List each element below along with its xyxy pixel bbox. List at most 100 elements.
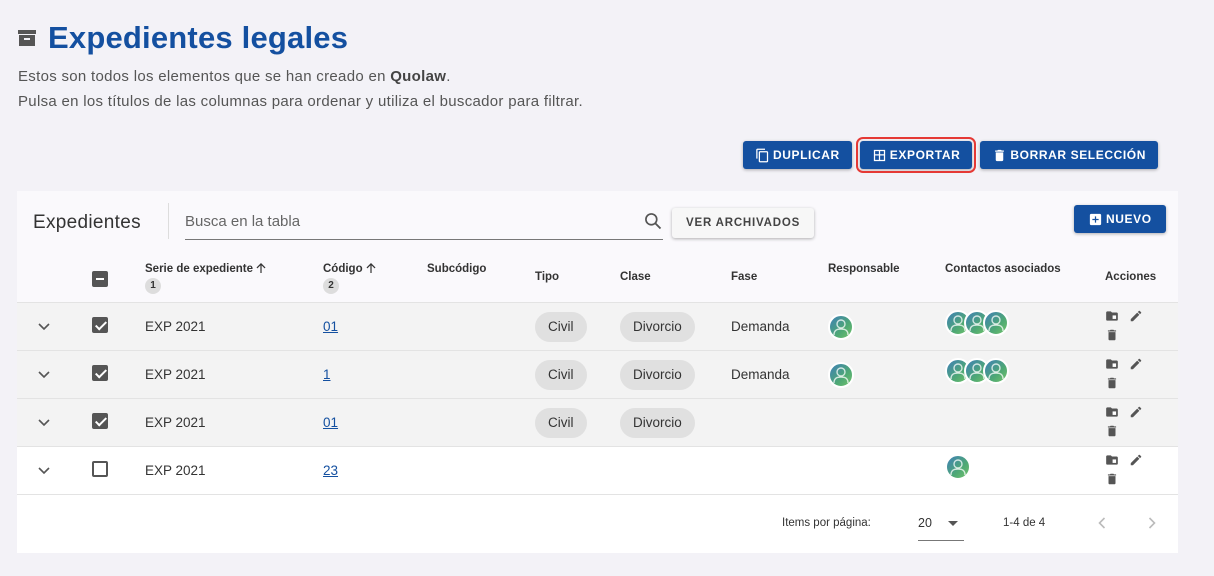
cell-contactos xyxy=(945,398,1105,447)
folder-icon[interactable] xyxy=(1105,357,1119,371)
row-checkbox[interactable] xyxy=(92,365,108,381)
responsable-avatar[interactable] xyxy=(828,361,854,388)
trash-icon[interactable] xyxy=(1105,328,1119,342)
col-serie[interactable]: Serie de expediente 1 xyxy=(145,253,323,303)
page-range: 1-4 de 4 xyxy=(1003,517,1046,529)
table-header-row: Serie de expediente 1 Código 2 Subcódigo T… xyxy=(17,253,1178,303)
table-row: EXP 2021 01 Civil Divorcio Demanda xyxy=(17,302,1178,351)
cell-contactos xyxy=(945,446,1105,495)
page-title: Expedientes legales xyxy=(48,20,349,55)
folder-icon[interactable] xyxy=(1105,309,1119,323)
cell-contactos xyxy=(945,302,1105,351)
cell-fase: Demanda xyxy=(731,350,828,399)
cell-serie: EXP 2021 xyxy=(145,446,323,495)
search-icon[interactable] xyxy=(643,211,663,231)
cell-responsable xyxy=(828,350,945,399)
row-actions xyxy=(1105,453,1145,486)
items-per-page-label: Items por página: xyxy=(782,517,871,529)
panel-toolbar: Expedientes VER ARCHIVADOS NUEVO xyxy=(17,191,1178,253)
search-input[interactable] xyxy=(185,205,625,237)
cell-contactos xyxy=(945,350,1105,399)
col-codigo[interactable]: Código 2 xyxy=(323,253,427,303)
row-checkbox[interactable] xyxy=(92,317,108,333)
clase-chip: Divorcio xyxy=(620,311,695,342)
chevron-down-icon[interactable] xyxy=(38,467,50,475)
code-link[interactable]: 1 xyxy=(323,367,331,382)
cell-responsable xyxy=(828,446,945,495)
row-actions xyxy=(1105,309,1145,342)
duplicate-button[interactable]: DUPLICAR xyxy=(742,141,852,169)
sort-order-badge: 2 xyxy=(323,278,339,294)
copy-icon xyxy=(756,148,769,162)
contact-avatar[interactable] xyxy=(945,453,971,480)
row-actions xyxy=(1105,405,1145,438)
new-record-button[interactable]: NUEVO xyxy=(1074,205,1166,233)
edit-icon[interactable] xyxy=(1129,405,1143,419)
chevron-right-icon[interactable] xyxy=(1144,515,1160,531)
delete-selection-button[interactable]: BORRAR SELECCIÓN xyxy=(980,141,1158,169)
page-size-select[interactable]: 20 xyxy=(918,516,964,541)
code-link[interactable]: 01 xyxy=(323,319,338,334)
archive-icon xyxy=(18,29,36,47)
arrow-up-icon xyxy=(256,263,266,273)
chevron-down-icon[interactable] xyxy=(38,419,50,427)
edit-icon[interactable] xyxy=(1129,357,1143,371)
tipo-chip: Civil xyxy=(535,311,587,342)
caret-down-icon xyxy=(948,521,958,526)
contact-avatar[interactable] xyxy=(983,357,1009,384)
code-link[interactable]: 01 xyxy=(323,415,338,430)
view-archived-button[interactable]: VER ARCHIVADOS xyxy=(672,208,815,238)
table-export-icon xyxy=(873,149,885,161)
cell-fase: Demanda xyxy=(731,302,828,351)
brand-name: Quolaw xyxy=(390,68,447,85)
edit-icon[interactable] xyxy=(1129,453,1143,467)
table-row: EXP 2021 01 Civil Divorcio xyxy=(17,398,1178,447)
cell-responsable xyxy=(828,302,945,351)
panel-title: Expedientes xyxy=(33,212,141,233)
tipo-chip: Civil xyxy=(535,407,587,438)
trash-icon xyxy=(995,149,1005,161)
edit-icon[interactable] xyxy=(1129,309,1143,323)
cell-serie: EXP 2021 xyxy=(145,302,323,351)
cell-serie: EXP 2021 xyxy=(145,398,323,447)
records-panel: Expedientes VER ARCHIVADOS NUEVO Serie d… xyxy=(17,191,1178,553)
page-header: Expedientes legales Estos son todos los … xyxy=(18,20,583,114)
select-all-checkbox[interactable] xyxy=(92,271,108,287)
records-table: Serie de expediente 1 Código 2 Subcódigo T… xyxy=(17,253,1178,495)
cell-subcodigo xyxy=(427,350,535,399)
table-row: EXP 2021 23 xyxy=(17,446,1178,495)
cell-subcodigo xyxy=(427,398,535,447)
cell-subcodigo xyxy=(427,302,535,351)
cell-subcodigo xyxy=(427,446,535,495)
folder-icon[interactable] xyxy=(1105,405,1119,419)
chevron-down-icon[interactable] xyxy=(38,323,50,331)
pagination: Items por página: 20 1-4 de 4 xyxy=(17,503,1178,543)
clase-chip: Divorcio xyxy=(620,359,695,390)
contact-avatar[interactable] xyxy=(983,309,1009,336)
chevron-left-icon[interactable] xyxy=(1094,515,1110,531)
col-acciones: Acciones xyxy=(1105,253,1178,303)
add-box-icon xyxy=(1089,213,1102,225)
page-description: Estos son todos los elementos que se han… xyxy=(18,68,583,110)
row-checkbox[interactable] xyxy=(92,413,108,429)
code-link[interactable]: 23 xyxy=(323,463,338,478)
col-fase[interactable]: Fase xyxy=(731,253,828,303)
trash-icon[interactable] xyxy=(1105,424,1119,438)
folder-icon[interactable] xyxy=(1105,453,1119,467)
export-button[interactable]: EXPORTAR xyxy=(855,137,977,173)
clase-chip: Divorcio xyxy=(620,407,695,438)
row-checkbox[interactable] xyxy=(92,461,108,477)
col-contactos[interactable]: Contactos asociados xyxy=(945,253,1105,303)
responsable-avatar[interactable] xyxy=(828,313,854,340)
cell-fase xyxy=(731,398,828,447)
col-clase[interactable]: Clase xyxy=(620,253,731,303)
chevron-down-icon[interactable] xyxy=(38,371,50,379)
trash-icon[interactable] xyxy=(1105,376,1119,390)
col-responsable[interactable]: Responsable xyxy=(828,253,945,303)
trash-icon[interactable] xyxy=(1105,472,1119,486)
cell-fase xyxy=(731,446,828,495)
cell-serie: EXP 2021 xyxy=(145,350,323,399)
cell-responsable xyxy=(828,398,945,447)
col-tipo[interactable]: Tipo xyxy=(535,253,620,303)
col-subcodigo[interactable]: Subcódigo xyxy=(427,253,535,303)
